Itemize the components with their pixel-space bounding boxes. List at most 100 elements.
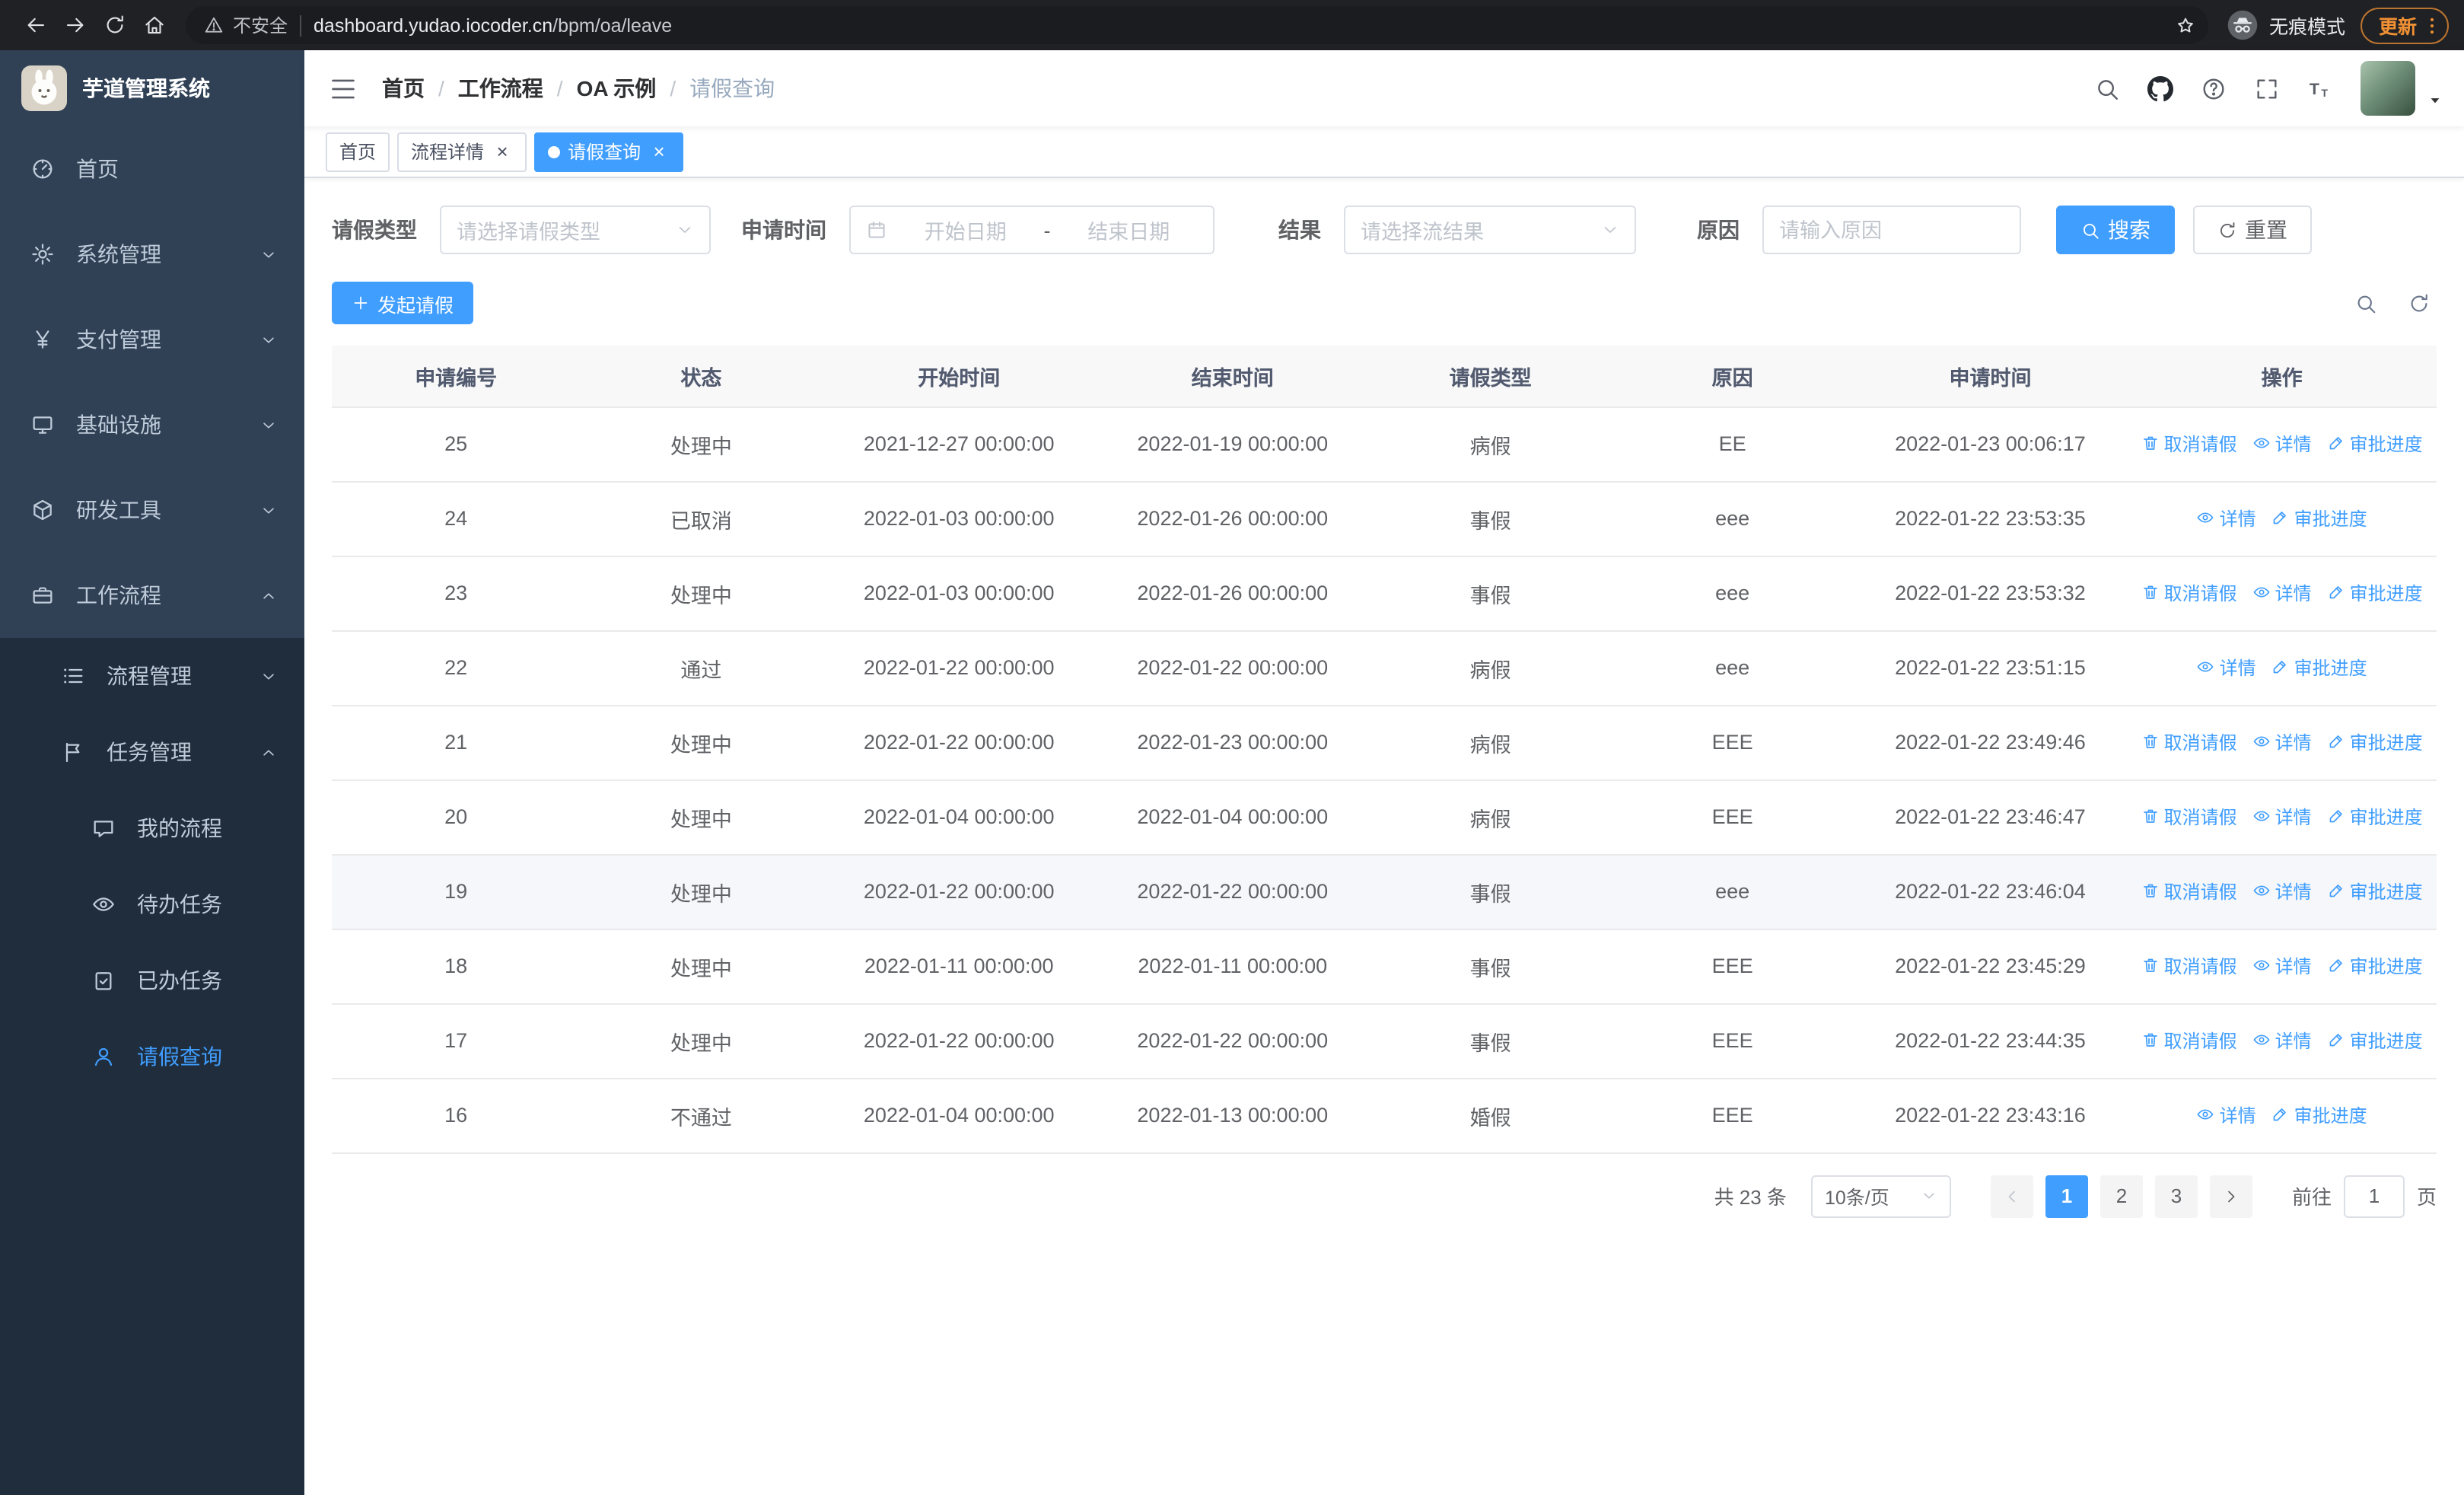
sidebar-item-leave-query[interactable]: 请假查询 [0, 1018, 304, 1095]
detail-action-link[interactable]: 详情 [2252, 431, 2312, 457]
search-icon[interactable] [2094, 75, 2120, 101]
detail-action-link[interactable]: 详情 [2252, 953, 2312, 979]
font-size-icon[interactable]: TT [2307, 75, 2333, 101]
kebab-menu-icon[interactable] [2421, 14, 2443, 36]
table-row[interactable]: 16 不通过 2022-01-04 00:00:00 2022-01-13 00:00… [332, 1078, 2437, 1153]
browser-home-button[interactable] [134, 5, 173, 45]
progress-action-link[interactable]: 审批进度 [2327, 1028, 2423, 1054]
table-row[interactable]: 21 处理中 2022-01-22 00:00:00 2022-01-23 00:00… [332, 705, 2437, 780]
start-date-placeholder[interactable]: 开始日期 [896, 215, 1035, 245]
sidebar-item-my-process[interactable]: 我的流程 [0, 790, 304, 866]
progress-action-link[interactable]: 审批进度 [2327, 580, 2423, 606]
table-row[interactable]: 17 处理中 2022-01-22 00:00:00 2022-01-22 00:00… [332, 1003, 2437, 1079]
progress-action-link[interactable]: 审批进度 [2271, 1102, 2367, 1128]
create-leave-label: 发起请假 [377, 295, 454, 316]
table-row[interactable]: 23 处理中 2022-01-03 00:00:00 2022-01-26 00:00… [332, 556, 2437, 631]
address-bar[interactable]: 不安全 dashboard.yudao.iocoder.cn/bpm/oa/le… [186, 6, 2208, 44]
fullscreen-icon[interactable] [2254, 75, 2280, 101]
table-row[interactable]: 18 处理中 2022-01-11 00:00:00 2022-01-11 00:00… [332, 929, 2437, 1004]
detail-action-link[interactable]: 详情 [2252, 1028, 2312, 1054]
goto-page-input[interactable] [2343, 1175, 2405, 1217]
browser-back-button[interactable] [15, 5, 55, 45]
detail-action-link[interactable]: 详情 [2252, 580, 2312, 606]
progress-action-link[interactable]: 审批进度 [2327, 729, 2423, 755]
github-icon[interactable] [2147, 75, 2173, 101]
cancel-action-link[interactable]: 取消请假 [2141, 878, 2237, 904]
table-row[interactable]: 22 通过 2022-01-22 00:00:00 2022-01-22 00:00:… [332, 630, 2437, 706]
breadcrumb-separator: / [438, 76, 444, 100]
sidebar-item-workflow[interactable]: 工作流程 [0, 553, 304, 638]
forward-arrow-icon [63, 14, 86, 37]
next-page-button[interactable] [2209, 1175, 2252, 1217]
detail-action-link[interactable]: 详情 [2197, 655, 2256, 681]
app-logo[interactable]: 芋道管理系统 [0, 50, 304, 126]
table-row[interactable]: 25 处理中 2021-12-27 00:00:00 2022-01-19 00:00… [332, 406, 2437, 482]
progress-action-link[interactable]: 审批进度 [2271, 505, 2367, 531]
cancel-action-link[interactable]: 取消请假 [2141, 953, 2237, 979]
sidebar-item-infrastructure[interactable]: 基础设施 [0, 382, 304, 467]
cancel-action-link[interactable]: 取消请假 [2141, 580, 2237, 606]
search-button[interactable]: 搜索 [2056, 206, 2175, 254]
tab-leave-query[interactable]: 请假查询 × [534, 132, 684, 171]
close-icon[interactable]: × [648, 141, 670, 162]
hamburger-icon[interactable] [329, 74, 358, 103]
close-icon[interactable]: × [492, 141, 513, 162]
help-icon[interactable] [2201, 75, 2227, 101]
progress-action-link[interactable]: 审批进度 [2327, 431, 2423, 457]
toggle-search-icon[interactable] [2354, 292, 2377, 314]
progress-action-link[interactable]: 审批进度 [2327, 953, 2423, 979]
result-select[interactable]: 请选择流结果 [1344, 206, 1636, 254]
progress-action-link[interactable]: 审批进度 [2327, 878, 2423, 904]
leave-type-select[interactable]: 请选择请假类型 [440, 206, 711, 254]
filter-item-result: 结果 请选择流结果 [1278, 206, 1636, 254]
update-button[interactable]: 更新 [2360, 7, 2449, 43]
reason-input[interactable] [1762, 206, 2021, 254]
sidebar-item-process-management[interactable]: 流程管理 [0, 638, 304, 714]
browser-reload-button[interactable] [94, 5, 134, 45]
user-avatar[interactable] [2361, 61, 2415, 116]
cancel-action-link[interactable]: 取消请假 [2141, 431, 2237, 457]
table-row[interactable]: 19 处理中 2022-01-22 00:00:00 2022-01-22 00:00… [332, 854, 2437, 929]
prev-page-button[interactable] [1990, 1175, 2033, 1217]
page-button-1[interactable]: 1 [2045, 1175, 2088, 1217]
table-row[interactable]: 24 已取消 2022-01-03 00:00:00 2022-01-26 00:00… [332, 481, 2437, 556]
breadcrumb-item[interactable]: 工作流程 [458, 73, 543, 104]
sidebar-item-home[interactable]: 首页 [0, 126, 304, 212]
sidebar-item-todo-tasks[interactable]: 待办任务 [0, 866, 304, 942]
tab-process-detail[interactable]: 流程详情 × [397, 132, 527, 171]
bookmark-star-button[interactable] [2169, 8, 2202, 42]
detail-action-link[interactable]: 详情 [2197, 1102, 2256, 1128]
page-button-2[interactable]: 2 [2099, 1175, 2143, 1217]
browser-forward-button[interactable] [55, 5, 94, 45]
breadcrumb-item[interactable]: OA 示例 [577, 73, 657, 104]
tab-home[interactable]: 首页 [326, 132, 390, 171]
cancel-action-link[interactable]: 取消请假 [2141, 729, 2237, 755]
progress-action-link[interactable]: 审批进度 [2327, 804, 2423, 830]
detail-action-link[interactable]: 详情 [2252, 878, 2312, 904]
detail-action-link[interactable]: 详情 [2197, 505, 2256, 531]
page-button-3[interactable]: 3 [2154, 1175, 2198, 1217]
detail-action-link[interactable]: 详情 [2252, 804, 2312, 830]
refresh-icon[interactable] [2408, 292, 2431, 314]
cell-apply-id: 18 [332, 929, 581, 1004]
security-chip[interactable]: 不安全 [204, 12, 288, 38]
end-date-placeholder[interactable]: 结束日期 [1060, 215, 1199, 245]
cell-apply-id: 17 [332, 1003, 581, 1079]
svg-text:T: T [2321, 87, 2328, 99]
sidebar-item-done-tasks[interactable]: 已办任务 [0, 942, 304, 1018]
date-range-picker[interactable]: 开始日期 - 结束日期 [849, 206, 1214, 254]
table-row[interactable]: 20 处理中 2022-01-04 00:00:00 2022-01-04 00:00… [332, 779, 2437, 855]
sidebar-item-system-management[interactable]: 系统管理 [0, 212, 304, 297]
caret-down-icon[interactable] [2427, 93, 2443, 108]
sidebar-item-dev-tools[interactable]: 研发工具 [0, 467, 304, 553]
cancel-action-link[interactable]: 取消请假 [2141, 1028, 2237, 1054]
breadcrumb-item[interactable]: 首页 [382, 73, 425, 104]
sidebar-item-task-management[interactable]: 任务管理 [0, 714, 304, 790]
cancel-action-link[interactable]: 取消请假 [2141, 804, 2237, 830]
page-size-select[interactable]: 10条/页 [1810, 1175, 1951, 1217]
detail-action-link[interactable]: 详情 [2252, 729, 2312, 755]
progress-action-link[interactable]: 审批进度 [2271, 655, 2367, 681]
create-leave-button[interactable]: 发起请假 [332, 282, 474, 324]
reset-button[interactable]: 重置 [2193, 206, 2312, 254]
sidebar-item-payment-management[interactable]: 支付管理 [0, 297, 304, 382]
